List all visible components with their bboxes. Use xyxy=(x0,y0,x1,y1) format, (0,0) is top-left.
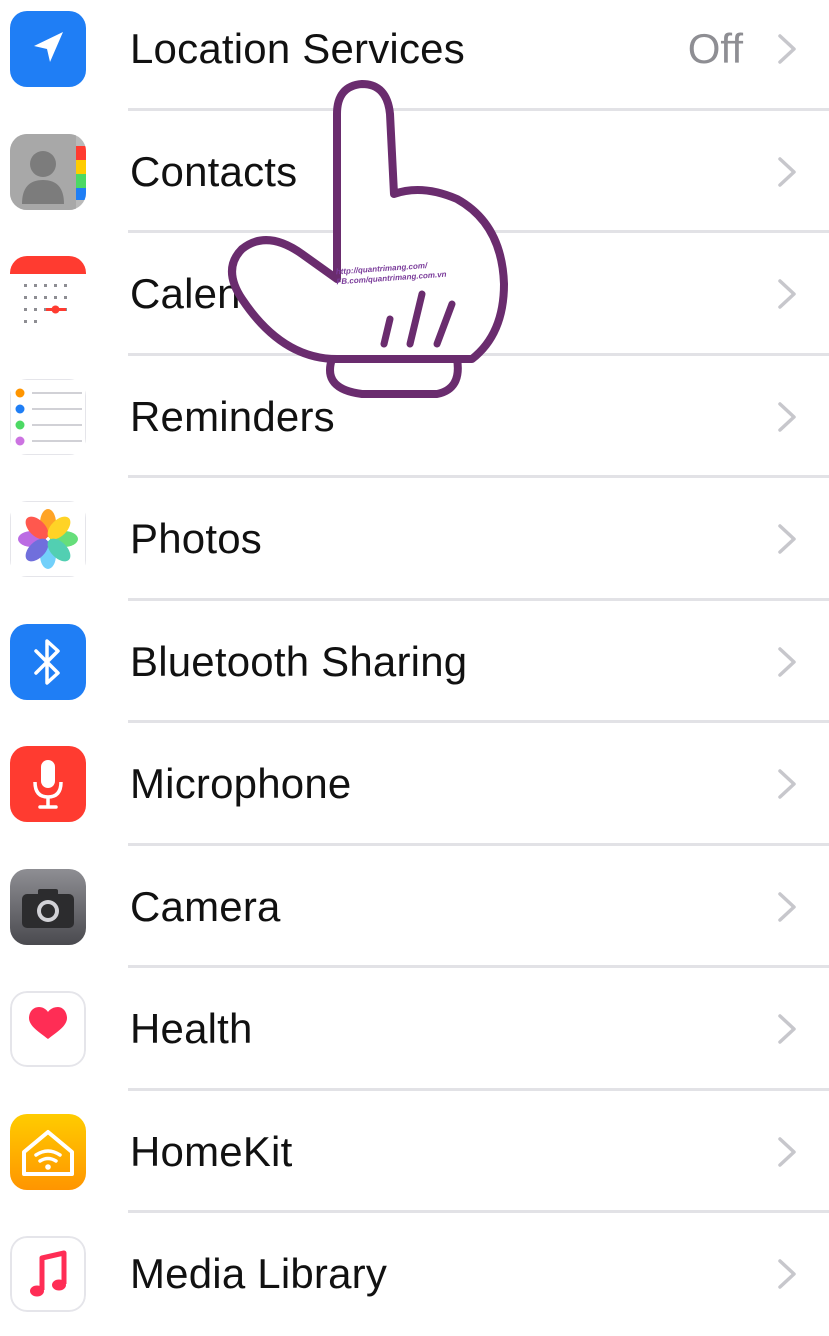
location-arrow-icon xyxy=(10,11,86,87)
microphone-icon xyxy=(10,746,86,822)
chevron-right-icon xyxy=(778,524,796,554)
contacts-row[interactable]: Contacts xyxy=(0,111,829,233)
camera-row[interactable]: Camera xyxy=(0,846,829,968)
media-library-row[interactable]: Media Library xyxy=(0,1213,829,1336)
privacy-settings-list: Location Services Off Contacts Calendars… xyxy=(0,0,829,1336)
health-row[interactable]: Health xyxy=(0,968,829,1091)
homekit-icon xyxy=(10,1113,86,1190)
health-label: Health xyxy=(130,1005,253,1052)
calendars-label: Calendars xyxy=(130,270,324,317)
contacts-icon xyxy=(10,133,86,210)
homekit-row[interactable]: HomeKit xyxy=(0,1091,829,1213)
reminders-label: Reminders xyxy=(130,392,335,440)
calendars-row[interactable]: Calendars xyxy=(0,233,829,356)
chevron-right-icon xyxy=(778,1136,796,1167)
microphone-label: Microphone xyxy=(130,760,352,807)
chevron-right-icon xyxy=(778,1014,796,1044)
health-heart-icon xyxy=(10,991,86,1067)
calendar-icon xyxy=(10,256,86,332)
photos-label: Photos xyxy=(130,515,262,562)
bluetooth-sharing-label: Bluetooth Sharing xyxy=(130,637,468,685)
camera-icon xyxy=(10,868,86,945)
bluetooth-sharing-row[interactable]: Bluetooth Sharing xyxy=(0,601,829,723)
bluetooth-icon xyxy=(10,623,86,700)
chevron-right-icon xyxy=(778,401,796,432)
media-library-label: Media Library xyxy=(130,1250,388,1297)
camera-label: Camera xyxy=(130,882,281,930)
contacts-label: Contacts xyxy=(130,147,298,195)
chevron-right-icon xyxy=(778,279,796,309)
homekit-label: HomeKit xyxy=(130,1127,293,1175)
chevron-right-icon xyxy=(778,34,796,64)
microphone-row[interactable]: Microphone xyxy=(0,723,829,846)
chevron-right-icon xyxy=(778,891,796,922)
photos-icon xyxy=(10,501,86,577)
chevron-right-icon xyxy=(778,769,796,799)
location-services-label: Location Services xyxy=(130,25,465,72)
media-library-icon xyxy=(10,1236,86,1312)
chevron-right-icon xyxy=(778,1259,796,1289)
location-services-row[interactable]: Location Services Off xyxy=(0,0,829,111)
chevron-right-icon xyxy=(778,646,796,677)
reminders-row[interactable]: Reminders xyxy=(0,356,829,478)
location-services-status: Off xyxy=(687,25,743,72)
photos-row[interactable]: Photos xyxy=(0,478,829,601)
reminders-icon xyxy=(10,378,86,455)
chevron-right-icon xyxy=(778,156,796,187)
